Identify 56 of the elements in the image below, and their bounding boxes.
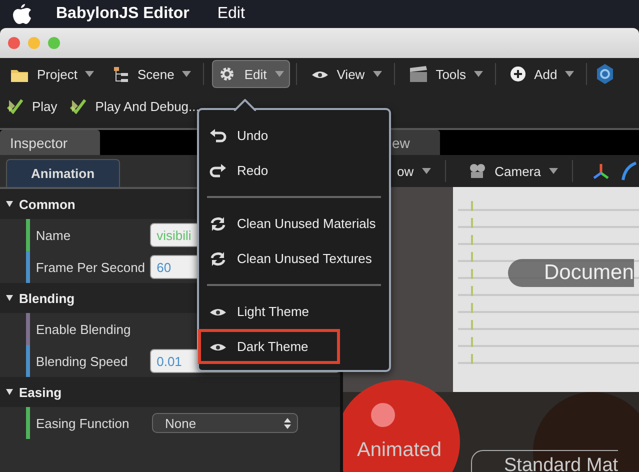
curve-icon[interactable] <box>620 161 637 181</box>
camera-icon <box>468 162 487 180</box>
play-button[interactable]: Play And Debug... <box>69 98 200 114</box>
scene-label: Standard Mat <box>471 450 618 472</box>
triangle-icon <box>6 389 13 395</box>
close-button[interactable] <box>8 37 20 49</box>
toolbar-menu-button[interactable]: Tools <box>402 60 490 88</box>
panel-tab[interactable]: Inspector <box>0 130 100 155</box>
caret-icon <box>182 71 192 77</box>
refresh-icon <box>209 250 227 266</box>
dropdown[interactable]: None <box>152 413 298 433</box>
field-label: Frame Per Second <box>34 260 146 274</box>
toolbar-menu-button[interactable]: View <box>304 62 388 86</box>
field-label: Easing Function <box>35 416 130 430</box>
menu-item[interactable]: Dark Theme <box>198 329 340 364</box>
caret-icon <box>565 71 574 77</box>
scene-label: Animated <box>357 439 442 462</box>
caret-icon <box>474 71 484 77</box>
sub-tab[interactable]: Animation <box>6 159 120 187</box>
caret-icon <box>422 168 431 174</box>
triangle-icon <box>6 201 13 207</box>
field-label: Blending Speed <box>34 354 129 368</box>
menu-item[interactable]: Clean Unused Textures <box>199 241 389 276</box>
field-label: Enable Blending <box>35 322 132 336</box>
menu-title[interactable]: Edit <box>217 5 245 23</box>
caret-icon <box>274 71 284 77</box>
toolbar-menu-button[interactable]: Edit <box>212 60 290 88</box>
caret-icon <box>85 71 94 77</box>
axes-icon[interactable] <box>590 161 611 181</box>
toolbar-menu-button[interactable]: Project <box>4 60 100 88</box>
undo-icon <box>209 128 227 144</box>
section-header[interactable]: Easing <box>0 377 340 407</box>
apple-logo-icon[interactable] <box>12 3 32 25</box>
checkmark-icon <box>69 98 88 114</box>
plus-icon <box>510 66 526 82</box>
menu-item[interactable]: Redo <box>199 153 389 188</box>
caret-icon <box>548 168 558 174</box>
triangle-icon <box>6 295 13 301</box>
toolbar-menu-button[interactable]: ow <box>393 164 435 178</box>
tree-icon <box>112 66 130 82</box>
stepper-arrows-icon <box>284 418 291 428</box>
field-label: Name <box>34 228 72 242</box>
toolbar-menu-button[interactable]: Add <box>504 61 580 87</box>
hexagon-logo-icon[interactable] <box>595 63 616 85</box>
clapperboard-icon <box>408 65 428 83</box>
toolbar-menu-button[interactable]: Camera <box>464 162 562 180</box>
redo-icon <box>209 162 227 178</box>
scene-label: Documen <box>508 259 634 287</box>
menu-item[interactable]: Undo <box>199 118 389 153</box>
caret-icon <box>372 71 382 77</box>
app-name[interactable]: BabylonJS Editor <box>56 5 190 23</box>
toolbar-menu-button[interactable]: Scene <box>106 60 198 88</box>
refresh-icon <box>209 216 227 232</box>
checkmark-icon <box>6 98 24 114</box>
settings-icon <box>218 65 236 83</box>
play-button[interactable]: Play <box>6 98 58 114</box>
